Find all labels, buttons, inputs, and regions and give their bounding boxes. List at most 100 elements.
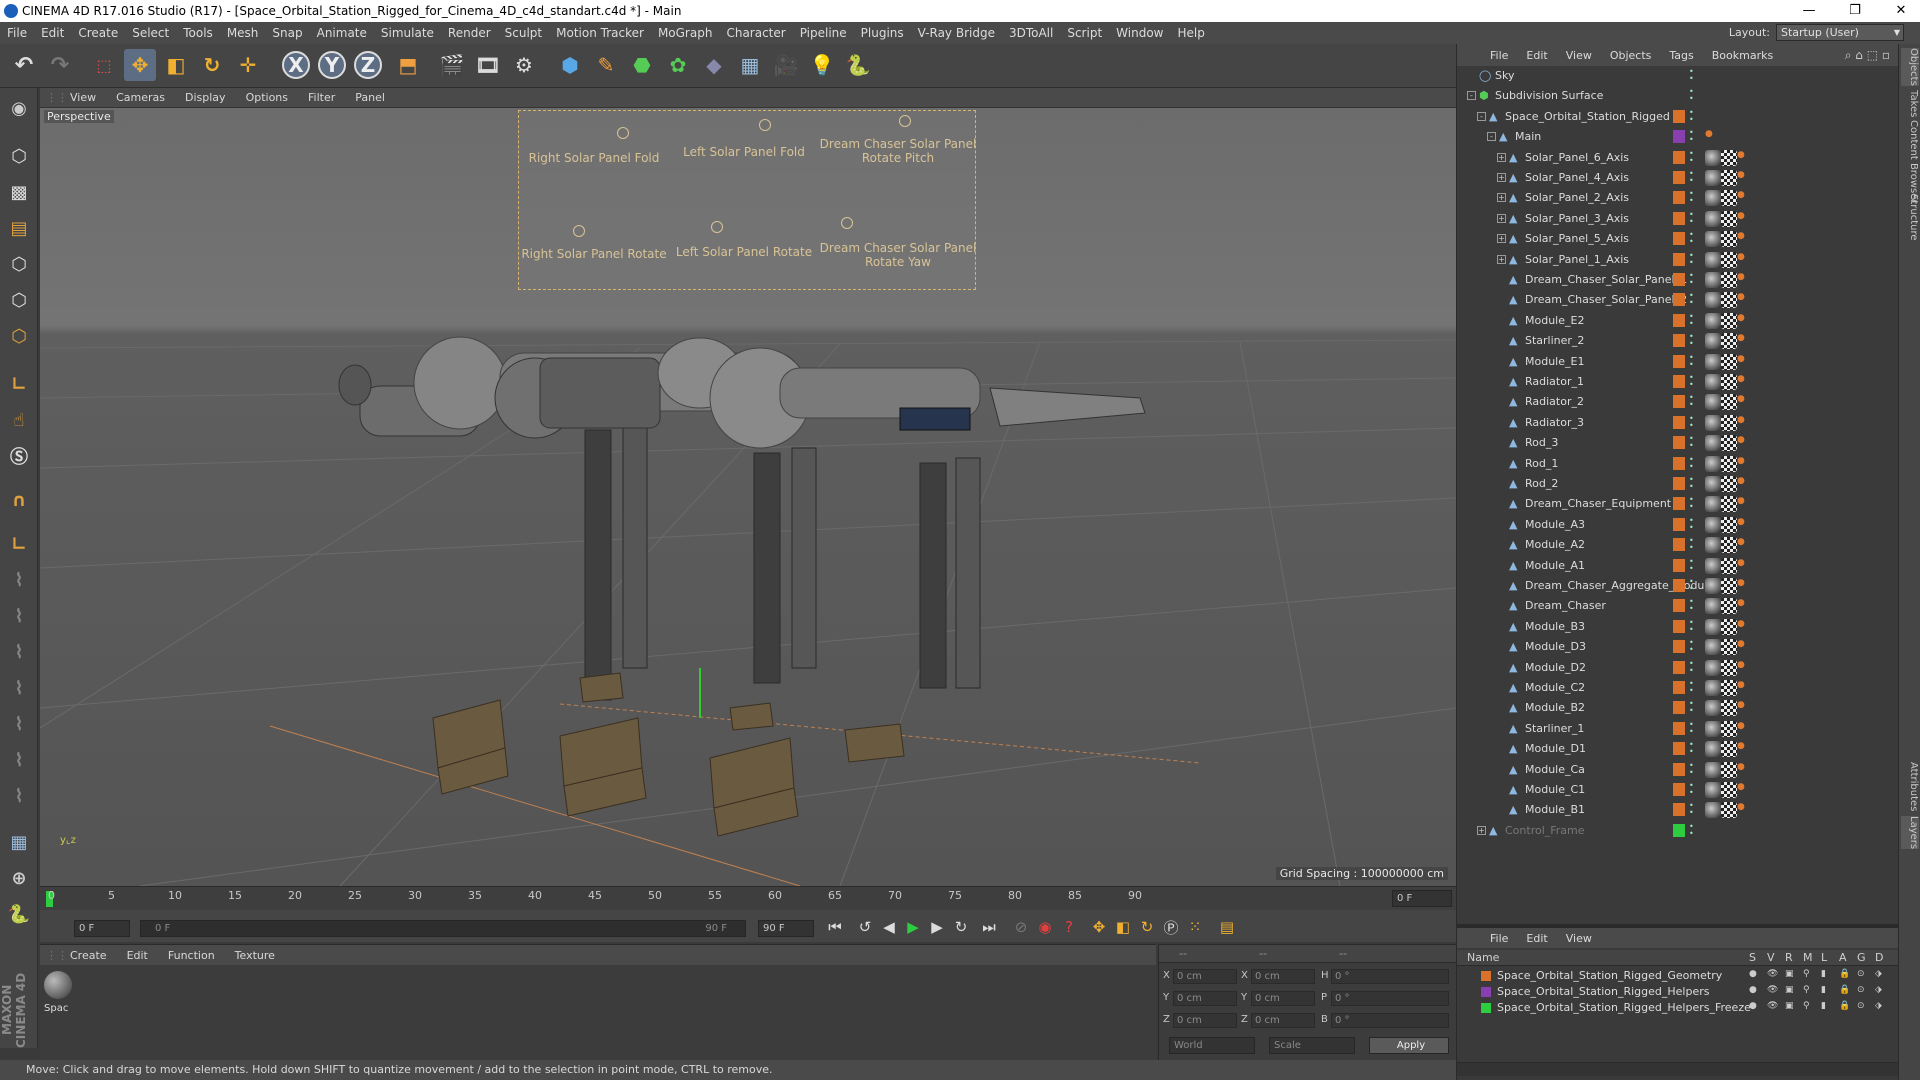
key-position-icon[interactable]: ✥ xyxy=(1088,916,1110,938)
visibility-dots-icon[interactable]: • • xyxy=(1689,761,1695,776)
layer-row[interactable]: Space_Orbital_Station_Rigged_Helpers_Fre… xyxy=(1457,1000,1899,1016)
material-tag-icon[interactable] xyxy=(1705,578,1721,594)
layer-toggle-icon[interactable]: 👁 xyxy=(1767,985,1778,995)
expand-toggle-icon[interactable]: + xyxy=(1497,254,1506,264)
object-row[interactable]: ▲ Dream_Chaser_Equipment • • ● xyxy=(1457,494,1899,514)
rotate-tool-icon[interactable]: ↻ xyxy=(196,49,228,81)
sculpt-brush-1-icon[interactable]: ⌇ xyxy=(3,564,35,596)
visibility-dots-icon[interactable]: • • xyxy=(1689,312,1695,327)
visibility-dots-icon[interactable]: • • xyxy=(1689,435,1695,450)
side-tab-takes[interactable]: Takes xyxy=(1901,90,1919,117)
polygons-mode-icon[interactable]: ⬡ xyxy=(3,320,35,352)
layer-toggle-icon[interactable]: 🔒 xyxy=(1839,969,1850,979)
texture-tag-icon[interactable] xyxy=(1721,333,1737,350)
menu-motion-tracker[interactable]: Motion Tracker xyxy=(549,22,651,44)
material-tag-icon[interactable] xyxy=(1705,639,1721,656)
python-script-icon[interactable]: 🐍 xyxy=(3,898,35,930)
sculpt-brush-6-icon[interactable]: ⌇ xyxy=(3,744,35,776)
object-row[interactable]: + ▲ Solar_Panel_5_Axis • • ● xyxy=(1457,229,1899,249)
object-menu-tags[interactable]: Tags xyxy=(1660,49,1702,62)
rotation-field[interactable]: 0 ° xyxy=(1331,969,1449,984)
viewport-menu-cameras[interactable]: Cameras xyxy=(106,91,175,104)
texture-tag-icon[interactable] xyxy=(1721,557,1737,574)
coordinate-manager-icon[interactable]: ⊕ xyxy=(3,862,35,894)
layer-toggle-icon[interactable]: 👁 xyxy=(1767,1001,1778,1011)
layer-toggle-icon[interactable]: ● xyxy=(1749,985,1757,995)
visibility-dots-icon[interactable]: • • xyxy=(1689,700,1695,715)
texture-tag-icon[interactable] xyxy=(1721,414,1737,431)
layer-toggle-icon[interactable]: ⚲ xyxy=(1803,1001,1810,1011)
expand-toggle-icon[interactable]: + xyxy=(1497,213,1506,223)
viewport-menu-panel[interactable]: Panel xyxy=(345,91,395,104)
texture-tag-icon[interactable] xyxy=(1721,455,1737,472)
layout-dropdown[interactable]: Startup (User) xyxy=(1776,24,1904,41)
texture-tag-icon[interactable] xyxy=(1721,435,1737,452)
current-frame-field[interactable]: 0 F xyxy=(1392,890,1452,907)
layer-toggle-icon[interactable]: ▮ xyxy=(1821,985,1826,995)
material-tag-icon[interactable] xyxy=(1705,659,1721,676)
control-slider-6[interactable] xyxy=(841,217,853,229)
move-tool-icon[interactable]: ✥ xyxy=(124,49,156,81)
workplane-mode-icon[interactable]: ▤ xyxy=(3,212,35,244)
scale-mode-dropdown[interactable]: Scale xyxy=(1269,1037,1355,1054)
sculpt-brush-2-icon[interactable]: ⌇ xyxy=(3,600,35,632)
material-tag-icon[interactable] xyxy=(1705,618,1721,635)
layer-toggle-icon[interactable]: 👁 xyxy=(1767,969,1778,979)
material-tag-icon[interactable] xyxy=(1705,476,1721,492)
layer-toggle-icon[interactable]: ▣ xyxy=(1785,969,1794,979)
texture-tag-icon[interactable] xyxy=(1721,496,1737,513)
texture-tag-icon[interactable] xyxy=(1721,761,1737,778)
make-editable-icon[interactable]: ◉ xyxy=(3,92,35,124)
expand-toggle-icon[interactable]: + xyxy=(1497,193,1506,203)
material-tag-icon[interactable] xyxy=(1705,557,1721,574)
material-tag-icon[interactable] xyxy=(1705,496,1721,513)
object-row[interactable]: ▲ Dream_Chaser_Solar_Panel_1 • • ● xyxy=(1457,270,1899,290)
object-row[interactable]: - ⬢ Subdivision Surface • • xyxy=(1457,86,1899,106)
record-keys-icon[interactable]: ⊘ xyxy=(1010,916,1032,938)
object-row[interactable]: + ▲ Solar_Panel_2_Axis • • ● xyxy=(1457,188,1899,208)
material-tag-icon[interactable] xyxy=(1705,231,1721,248)
visibility-dots-icon[interactable]: • • xyxy=(1689,170,1695,185)
texture-tag-icon[interactable] xyxy=(1721,312,1737,329)
control-slider-1[interactable] xyxy=(617,127,629,139)
control-slider-4[interactable] xyxy=(573,225,585,237)
phong-tag-icon[interactable]: ● xyxy=(1737,537,1753,553)
key-scale-icon[interactable]: ◧ xyxy=(1112,916,1134,938)
material-tag-icon[interactable] xyxy=(1705,312,1721,329)
cloner-icon[interactable]: ✿ xyxy=(662,49,694,81)
layer-column-header[interactable]: L xyxy=(1821,951,1827,964)
python-icon[interactable]: 🐍 xyxy=(842,49,874,81)
render-settings-icon[interactable]: ⚙ xyxy=(508,49,540,81)
material-tag-icon[interactable] xyxy=(1705,272,1721,288)
control-slider-2[interactable] xyxy=(759,119,771,131)
redo-icon[interactable]: ↷ xyxy=(44,49,76,81)
start-frame-field[interactable]: 0 F xyxy=(74,920,130,937)
previous-frame-icon[interactable]: ◀ xyxy=(878,916,900,938)
phong-tag-icon[interactable]: ● xyxy=(1737,680,1753,696)
side-tab-objects[interactable]: Objects xyxy=(1901,48,1919,86)
menu-sculpt[interactable]: Sculpt xyxy=(498,22,549,44)
phong-tag-icon[interactable]: ● xyxy=(1737,231,1753,247)
phong-tag-icon[interactable]: ● xyxy=(1737,782,1753,798)
menu-3dtoall[interactable]: 3DToAll xyxy=(1002,22,1060,44)
phong-tag-icon[interactable]: ● xyxy=(1737,415,1753,431)
expand-toggle-icon[interactable]: - xyxy=(1467,91,1476,101)
layer-color-chip[interactable] xyxy=(1673,191,1685,205)
layer-color-chip[interactable] xyxy=(1673,313,1685,327)
layer-toggle-icon[interactable]: ⬗ xyxy=(1875,969,1882,979)
layer-color-chip[interactable] xyxy=(1673,456,1685,470)
layer-column-header[interactable]: D xyxy=(1875,951,1883,964)
side-tab-structure[interactable]: Structure xyxy=(1901,194,1919,241)
object-row[interactable]: ▲ Module_C2 • • ● xyxy=(1457,678,1899,698)
menu-v-ray-bridge[interactable]: V-Ray Bridge xyxy=(911,22,1002,44)
material-tag-icon[interactable] xyxy=(1705,414,1721,431)
layer-color-chip[interactable] xyxy=(1673,681,1685,694)
visibility-dots-icon[interactable]: • • xyxy=(1689,822,1695,837)
texture-tag-icon[interactable] xyxy=(1721,190,1737,207)
object-row[interactable]: ▲ Rod_3 • • ● xyxy=(1457,433,1899,453)
object-row[interactable]: ▲ Module_E1 • • ● xyxy=(1457,352,1899,372)
layer-toggle-icon[interactable]: ⚲ xyxy=(1803,985,1810,995)
object-row[interactable]: ▲ Module_B1 • • ● xyxy=(1457,800,1899,820)
visibility-dots-icon[interactable]: • • xyxy=(1689,639,1695,654)
texture-tag-icon[interactable] xyxy=(1721,170,1737,186)
